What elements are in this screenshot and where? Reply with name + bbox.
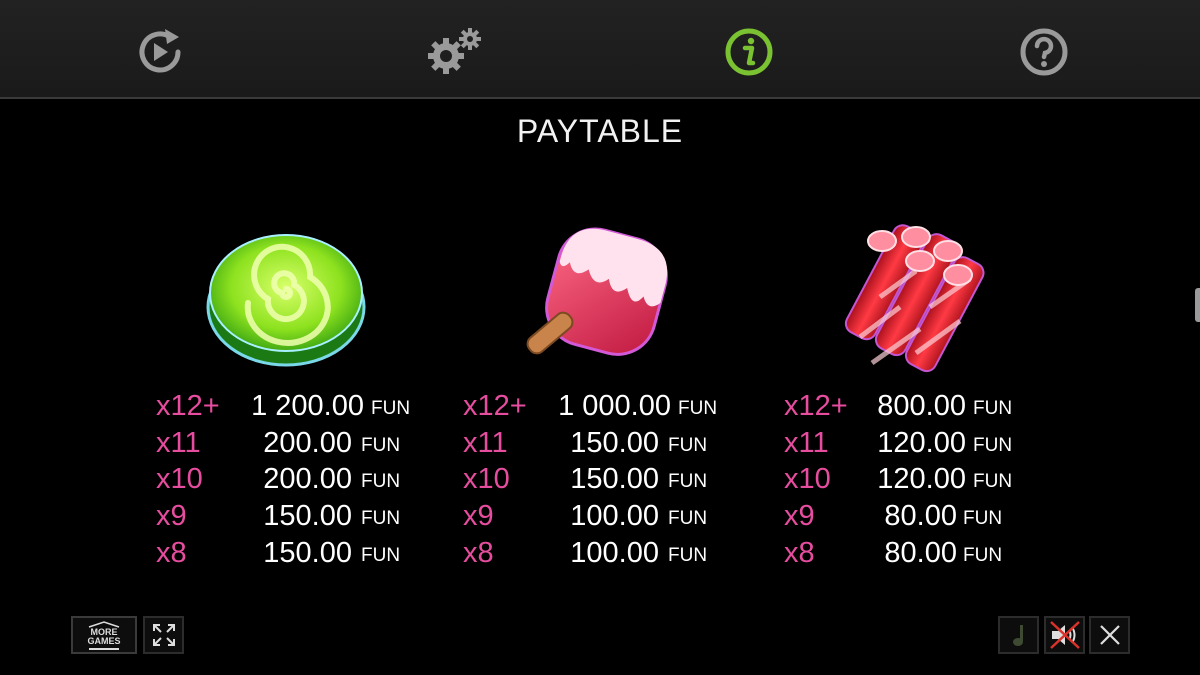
multiplier: x9 [784, 500, 815, 533]
paytable-column-1: x12+ 1 200.00 FUN x11 200.00 FUN x10 200… [156, 388, 416, 571]
amount: 150.00 [263, 500, 352, 533]
amount: 120.00 [877, 463, 966, 496]
pay-row: x8 80.00 FUN [784, 535, 1018, 572]
currency: FUN [668, 544, 708, 566]
pay-row: x9 80.00 FUN [784, 498, 1018, 535]
pay-row: x12+ 800.00 FUN [784, 388, 1018, 425]
amount: 1 200.00 [251, 390, 364, 422]
symbol-popsicle [508, 212, 688, 382]
paytable-column-2: x12+ 1 000.00 FUN x11 150.00 FUN x10 150… [463, 388, 723, 571]
paytable-column-3: x12+ 800.00 FUN x11 120.00 FUN x10 120.0… [784, 388, 1018, 571]
settings-gears-icon [428, 28, 481, 74]
close-button[interactable] [1089, 616, 1130, 654]
multiplier: x10 [463, 463, 510, 496]
multiplier: x8 [784, 536, 815, 569]
symbol-lime-swirl-candy [198, 215, 378, 385]
amount: 150.00 [570, 426, 659, 459]
pay-row: x11 120.00 FUN [784, 425, 1018, 462]
multiplier: x8 [463, 536, 494, 569]
replay-icon [139, 29, 181, 73]
multiplier: x9 [463, 500, 494, 533]
help-button[interactable] [1016, 24, 1072, 80]
close-icon [1099, 625, 1120, 645]
currency: FUN [973, 398, 1013, 419]
pay-row: x8 150.00 FUN [156, 535, 416, 572]
multiplier: x11 [156, 426, 201, 459]
multiplier: x12+ [463, 390, 527, 422]
currency: FUN [361, 508, 401, 530]
currency: FUN [668, 508, 708, 530]
info-icon [725, 28, 773, 76]
fullscreen-icon [152, 624, 175, 646]
amount: 1 000.00 [558, 390, 671, 422]
help-icon [1020, 28, 1068, 76]
multiplier: x11 [784, 426, 829, 459]
info-button[interactable] [721, 24, 777, 80]
pay-row: x9 150.00 FUN [156, 498, 416, 535]
pay-row: x10 150.00 FUN [463, 461, 723, 498]
currency: FUN [361, 544, 401, 566]
scroll-handle[interactable] [1195, 288, 1200, 322]
paytable-title: PAYTABLE [516, 113, 684, 149]
currency: FUN [361, 471, 401, 493]
amount: 100.00 [570, 536, 659, 569]
amount: 80.00 [884, 536, 957, 569]
multiplier: x9 [156, 500, 187, 533]
pay-row: x12+ 1 200.00 FUN [156, 388, 416, 425]
currency: FUN [371, 398, 411, 419]
top-nav-bar [0, 0, 1200, 99]
multiplier: x10 [784, 463, 831, 496]
multiplier: x10 [156, 463, 203, 496]
sound-toggle-button[interactable] [1044, 616, 1085, 654]
currency: FUN [973, 434, 1013, 456]
currency: FUN [963, 508, 1003, 530]
replay-button[interactable] [132, 24, 188, 80]
music-toggle-button[interactable] [998, 616, 1039, 654]
pay-row: x11 150.00 FUN [463, 425, 723, 462]
music-note-icon [1012, 625, 1023, 646]
amount: 800.00 [877, 390, 966, 422]
fullscreen-button[interactable] [143, 616, 184, 654]
pay-row: x10 200.00 FUN [156, 461, 416, 498]
amount: 150.00 [570, 463, 659, 496]
settings-button[interactable] [424, 24, 488, 80]
multiplier: x12+ [156, 390, 220, 422]
currency: FUN [668, 434, 708, 456]
pay-row: x12+ 1 000.00 FUN [463, 388, 723, 425]
currency: FUN [963, 544, 1003, 566]
pay-row: x8 100.00 FUN [463, 535, 723, 572]
pay-row: x9 100.00 FUN [463, 498, 723, 535]
pay-row: x10 120.00 FUN [784, 461, 1018, 498]
currency: FUN [361, 434, 401, 456]
amount: 120.00 [877, 426, 966, 459]
amount: 100.00 [570, 500, 659, 533]
amount: 150.00 [263, 536, 352, 569]
currency: FUN [973, 471, 1013, 493]
currency: FUN [668, 471, 708, 493]
pay-row: x11 200.00 FUN [156, 425, 416, 462]
symbol-candy-sticks [820, 217, 1000, 387]
sound-muted-icon [1049, 621, 1080, 649]
amount: 200.00 [263, 463, 352, 496]
multiplier: x12+ [784, 390, 848, 422]
more-games-label: MORE GAMES [87, 620, 121, 650]
more-games-button[interactable]: MORE GAMES [71, 616, 137, 654]
amount: 80.00 [884, 500, 957, 533]
multiplier: x11 [463, 426, 508, 459]
currency: FUN [678, 398, 718, 419]
multiplier: x8 [156, 536, 187, 569]
amount: 200.00 [263, 426, 352, 459]
